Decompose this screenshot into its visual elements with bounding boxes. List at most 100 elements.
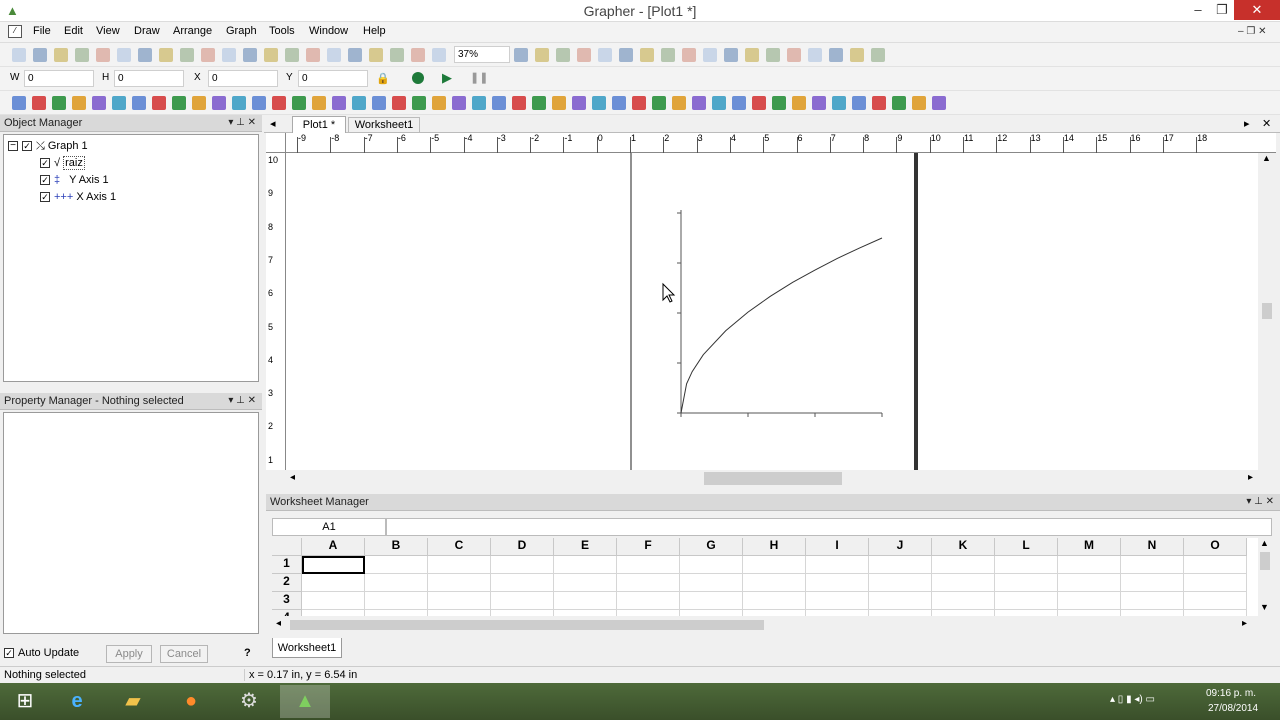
toolbar-button-icon[interactable] <box>452 96 466 110</box>
grid-cell[interactable] <box>1058 610 1121 616</box>
toolbar-button-icon[interactable] <box>159 48 173 62</box>
toolbar-button-icon[interactable] <box>352 96 366 110</box>
grid-cell[interactable] <box>869 556 932 574</box>
grid-cell[interactable] <box>806 610 869 616</box>
toolbar-button-icon[interactable] <box>412 96 426 110</box>
toolbar-button-icon[interactable] <box>772 96 786 110</box>
menu-window[interactable]: Window <box>309 25 348 37</box>
start-button-icon[interactable]: ⊞ <box>0 685 50 718</box>
close-doc-icon[interactable]: ✕ <box>1262 117 1271 130</box>
grid-cell[interactable] <box>1121 592 1184 610</box>
panel-controls-icon[interactable]: ▾ ⊥ ✕ <box>228 393 256 409</box>
firefox-icon[interactable]: ● <box>166 685 216 718</box>
menu-tools[interactable]: Tools <box>269 25 295 37</box>
column-header[interactable]: H <box>743 538 806 556</box>
grid-cell[interactable] <box>995 574 1058 592</box>
toolbar-button-icon[interactable] <box>512 96 526 110</box>
grid-cell[interactable] <box>428 610 491 616</box>
grid-cell[interactable] <box>491 592 554 610</box>
grid-cell[interactable] <box>617 556 680 574</box>
toolbar-button-icon[interactable] <box>332 96 346 110</box>
row-header[interactable]: 1 <box>272 556 302 574</box>
column-header[interactable]: I <box>806 538 869 556</box>
grid-cell[interactable] <box>743 574 806 592</box>
plot-canvas[interactable] <box>286 153 1258 470</box>
row-header[interactable]: 3 <box>272 592 302 610</box>
toolbar-button-icon[interactable] <box>832 96 846 110</box>
sheet-tab-worksheet1[interactable]: Worksheet1 <box>272 638 342 658</box>
toolbar-button-icon[interactable] <box>812 96 826 110</box>
grid-cell[interactable] <box>680 556 743 574</box>
scroll-thumb[interactable] <box>1262 303 1272 319</box>
x-field[interactable]: 0 <box>208 70 278 87</box>
grid-cell[interactable] <box>1184 556 1247 574</box>
grid-cell[interactable] <box>302 574 365 592</box>
grid-cell[interactable] <box>617 610 680 616</box>
toolbar-button-icon[interactable] <box>92 96 106 110</box>
column-header[interactable]: O <box>1184 538 1247 556</box>
scroll-left-icon[interactable]: ◂ <box>276 618 281 629</box>
apply-button[interactable]: Apply <box>106 645 152 663</box>
grid-cell[interactable] <box>932 556 995 574</box>
toolbar-button-icon[interactable] <box>632 96 646 110</box>
internet-explorer-icon[interactable]: e <box>52 685 102 718</box>
toolbar-button-icon[interactable] <box>75 48 89 62</box>
grid-cell[interactable] <box>1184 592 1247 610</box>
grid-cell[interactable] <box>806 592 869 610</box>
row-header[interactable]: 4 <box>272 610 302 616</box>
toolbar-button-icon[interactable] <box>912 96 926 110</box>
toolbar-button-icon[interactable] <box>652 96 666 110</box>
grid-cell[interactable] <box>680 592 743 610</box>
toolbar-button-icon[interactable] <box>871 48 885 62</box>
grid-cell[interactable] <box>869 574 932 592</box>
toolbar-button-icon[interactable] <box>514 48 528 62</box>
toolbar-button-icon[interactable] <box>572 96 586 110</box>
grid-cell[interactable] <box>554 592 617 610</box>
tree-item-y-axis[interactable]: ✓ ‡ Y Axis 1 <box>40 174 109 186</box>
grid-corner[interactable] <box>272 538 302 556</box>
toolbar-button-icon[interactable] <box>33 48 47 62</box>
formula-field[interactable] <box>386 518 1272 536</box>
column-header[interactable]: K <box>932 538 995 556</box>
toolbar-button-icon[interactable] <box>619 48 633 62</box>
grid-cell[interactable] <box>806 556 869 574</box>
scroll-up-icon[interactable]: ▲ <box>1262 153 1271 163</box>
grid-cell[interactable] <box>995 556 1058 574</box>
toolbar-button-icon[interactable] <box>306 48 320 62</box>
toolbar-button-icon[interactable] <box>12 96 26 110</box>
toolbar-button-icon[interactable] <box>112 96 126 110</box>
cancel-button[interactable]: Cancel <box>160 645 208 663</box>
toolbar-button-icon[interactable] <box>692 96 706 110</box>
toolbar-button-icon[interactable] <box>411 48 425 62</box>
grid-cell[interactable] <box>743 556 806 574</box>
toolbar-button-icon[interactable] <box>292 96 306 110</box>
toolbar-button-icon[interactable] <box>432 96 446 110</box>
tab-scroll-left-icon[interactable]: ◂ <box>270 117 276 130</box>
grid-cell[interactable] <box>428 574 491 592</box>
grid-cell[interactable] <box>617 592 680 610</box>
toolbar-button-icon[interactable] <box>138 48 152 62</box>
toolbar-button-icon[interactable] <box>640 48 654 62</box>
auto-update-checkbox[interactable]: ✓ Auto Update <box>4 647 79 659</box>
grapher-taskbar-icon[interactable]: ▲ <box>280 685 330 718</box>
sheet-hscroll[interactable]: ◂ ▸ <box>272 617 1258 633</box>
tree-item-x-axis[interactable]: ✓ +++ X Axis 1 <box>40 191 116 203</box>
toolbar-button-icon[interactable] <box>327 48 341 62</box>
menu-view[interactable]: View <box>96 25 120 37</box>
toolbar-button-icon[interactable] <box>612 96 626 110</box>
toolbar-button-icon[interactable] <box>52 96 66 110</box>
record-icon[interactable] <box>412 72 424 84</box>
toolbar-button-icon[interactable] <box>682 48 696 62</box>
grid-cell[interactable] <box>1184 574 1247 592</box>
column-header[interactable]: D <box>491 538 554 556</box>
toolbar-button-icon[interactable] <box>152 96 166 110</box>
toolbar-button-icon[interactable] <box>724 48 738 62</box>
grid-cell[interactable] <box>995 610 1058 616</box>
menu-file[interactable]: File <box>33 25 51 37</box>
toolbar-button-icon[interactable] <box>264 48 278 62</box>
toolbar-button-icon[interactable] <box>732 96 746 110</box>
toolbar-button-icon[interactable] <box>492 96 506 110</box>
grid-cell[interactable] <box>617 574 680 592</box>
grid-cell[interactable] <box>869 610 932 616</box>
scroll-right-icon[interactable]: ▸ <box>1242 618 1247 629</box>
